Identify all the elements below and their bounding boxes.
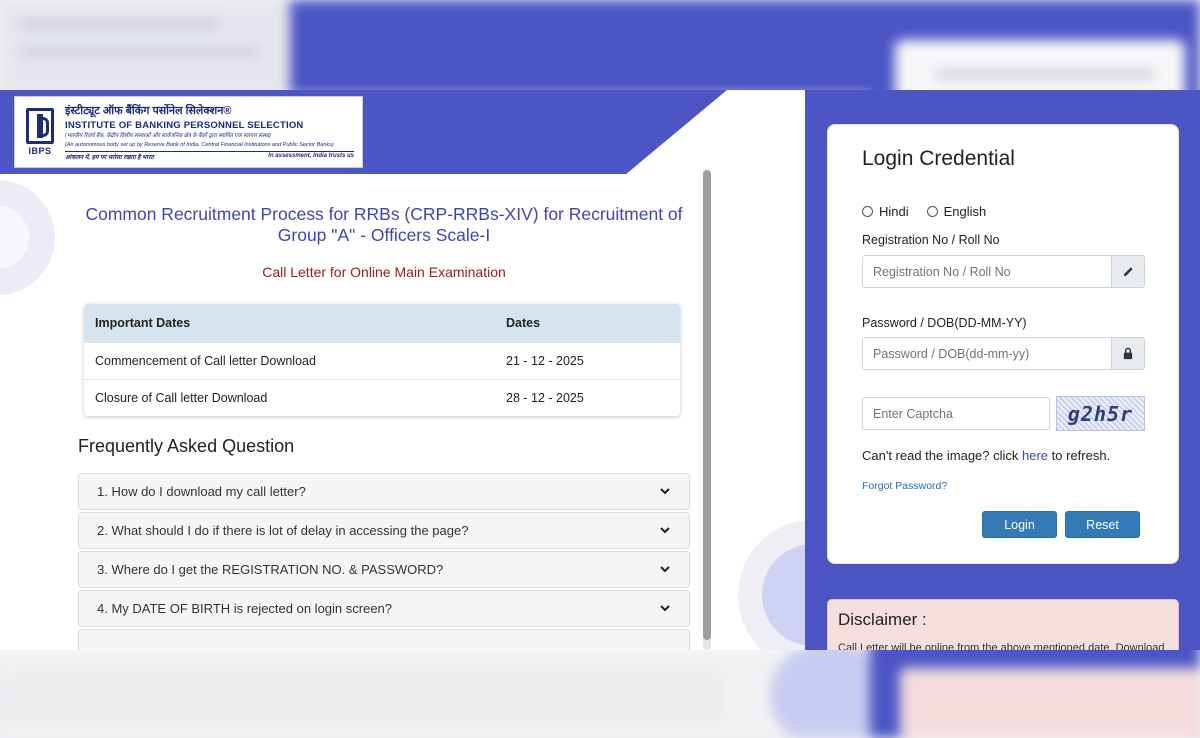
row-date: 21 - 12 - 2025	[506, 354, 584, 368]
refresh-prefix: Can't read the image? click	[862, 448, 1023, 463]
logo-tagline-hindi: आंकलन में, हम पर भरोसा रखता है भारत	[65, 155, 154, 162]
password-input-group	[862, 337, 1145, 370]
row-event: Closure of Call letter Download	[95, 391, 268, 405]
password-label: Password / DOB(DD-MM-YY)	[862, 316, 1027, 330]
refresh-suffix: to refresh.	[1048, 448, 1111, 463]
faq-question: 1. How do I download my call letter?	[97, 484, 306, 499]
language-selector: Hindi English	[862, 204, 986, 219]
lock-icon	[1111, 338, 1144, 369]
ibps-emblem-icon: IBPS	[23, 103, 57, 161]
header-important-dates: Important Dates	[95, 316, 191, 330]
password-input[interactable]	[863, 338, 1111, 369]
row-event: Commencement of Call letter Download	[95, 354, 316, 368]
chevron-down-icon	[660, 566, 670, 573]
disclaimer-text: Call Letter will be online from the abov…	[838, 642, 1165, 650]
faq-title: Frequently Asked Question	[78, 436, 295, 456]
main-panel: IBPS इंस्टीट्यूट ऑफ बैंकिंग पर्सोनेल सिल…	[0, 90, 805, 650]
scrollbar[interactable]	[703, 170, 711, 650]
faq-item[interactable]: 4. My DATE OF BIRTH is rejected on login…	[78, 590, 690, 627]
forgot-password-link[interactable]: Forgot Password?	[862, 480, 947, 492]
login-card: Login Credential Hindi English Registrat…	[827, 124, 1179, 564]
chevron-down-icon	[660, 488, 670, 495]
main-content: Common Recruitment Process for RRBs (CRP…	[78, 204, 690, 650]
page-title: Common Recruitment Process for RRBs (CRP…	[85, 204, 683, 245]
captcha-image: g2h5r	[1056, 396, 1145, 431]
table-header: Important Dates Dates	[84, 304, 680, 342]
registration-label: Registration No / Roll No	[862, 233, 1000, 247]
radio-english[interactable]	[926, 206, 938, 217]
reset-button[interactable]: Reset	[1065, 511, 1140, 538]
login-button[interactable]: Login	[982, 511, 1057, 538]
captcha-input[interactable]	[862, 397, 1050, 430]
radio-hindi-label[interactable]: Hindi	[879, 204, 909, 219]
page-viewport: IBPS इंस्टीट्यूट ऑफ बैंकिंग पर्सोनेल सिल…	[0, 90, 1200, 650]
ibps-logo: IBPS इंस्टीट्यूट ऑफ बैंकिंग पर्सोनेल सिल…	[14, 96, 363, 168]
table-row: Closure of Call letter Download 28 - 12 …	[84, 379, 680, 416]
logo-abbr: IBPS	[28, 146, 52, 156]
logo-tagline-english: In assessment, India trusts us	[268, 153, 354, 160]
registration-input[interactable]	[863, 256, 1111, 287]
captcha-refresh-text: Can't read the image? click here to refr…	[862, 448, 1110, 463]
table-row: Commencement of Call letter Download 21 …	[84, 342, 680, 379]
faq-list: 1. How do I download my call letter? 2. …	[78, 473, 690, 650]
disclaimer-box: Disclaimer : Call Letter will be online …	[827, 599, 1179, 650]
logo-hindi-name: इंस्टीट्यूट ऑफ बैंकिंग पर्सोनेल सिलेक्शन…	[65, 104, 232, 117]
disclaimer-title: Disclaimer :	[838, 610, 927, 629]
logo-english-subtitle: (An autonomous body set up by Reserve Ba…	[65, 141, 334, 148]
refresh-link[interactable]: here	[1022, 448, 1048, 463]
header-dates: Dates	[506, 316, 541, 330]
faq-item[interactable]: 2. What should I do if there is lot of d…	[78, 512, 690, 549]
logo-hindi-subtitle: (भारतीय रिज़र्व बैंक, केंद्रीय वित्तीय स…	[65, 132, 271, 139]
important-dates-table: Important Dates Dates Commencement of Ca…	[84, 304, 680, 416]
chevron-down-icon	[660, 527, 670, 534]
scrollbar-thumb[interactable]	[703, 170, 711, 640]
login-panel: Login Credential Hindi English Registrat…	[805, 90, 1200, 650]
logo-tagline: आंकलन में, हम पर भरोसा रखता है भारत In a…	[65, 151, 354, 161]
registration-input-group	[862, 255, 1145, 288]
chevron-down-icon	[660, 605, 670, 612]
pencil-icon	[1111, 256, 1144, 287]
page-subtitle: Call Letter for Online Main Examination	[262, 264, 506, 280]
radio-hindi[interactable]	[862, 206, 873, 217]
radio-english-label[interactable]: English	[944, 204, 987, 219]
faq-item[interactable]: 1. How do I download my call letter?	[78, 473, 690, 510]
faq-question: 4. My DATE OF BIRTH is rejected on login…	[97, 601, 393, 616]
faq-item[interactable]	[78, 629, 690, 650]
row-date: 28 - 12 - 2025	[506, 391, 584, 405]
faq-question: 2. What should I do if there is lot of d…	[97, 523, 469, 538]
login-title: Login Credential	[862, 147, 1015, 170]
logo-english-name: INSTITUTE OF BANKING PERSONNEL SELECTION	[65, 119, 304, 131]
faq-item[interactable]: 3. Where do I get the REGISTRATION NO. &…	[78, 551, 690, 588]
faq-question: 3. Where do I get the REGISTRATION NO. &…	[97, 562, 444, 577]
